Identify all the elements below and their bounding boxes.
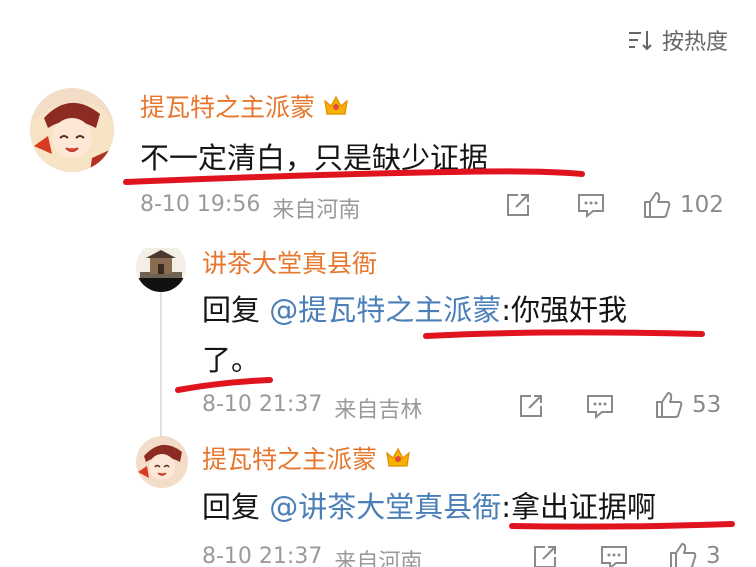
- like-button[interactable]: 53: [654, 390, 721, 420]
- like-count: 53: [692, 392, 722, 418]
- reply-author-name: 讲茶大堂真县衙: [202, 249, 378, 278]
- reply-prefix: 回复: [202, 293, 261, 327]
- share-icon: [505, 192, 531, 218]
- comment-button[interactable]: [586, 393, 614, 419]
- like-icon: [654, 390, 684, 420]
- comment-text: 不一定清白，只是缺少证据: [140, 141, 489, 175]
- comment-location: 来自河南: [272, 198, 361, 223]
- reply-text-line1: :你强奸我: [501, 293, 628, 327]
- comment-author-name: 提瓦特之主派蒙: [140, 93, 316, 122]
- reply-time: 8-10 21:37: [202, 544, 323, 567]
- reply-text-continuation: 了。: [202, 343, 261, 377]
- like-button[interactable]: 3: [668, 541, 721, 567]
- comment-icon: [600, 544, 628, 567]
- comment-meta: 8-10 19:56 来自河南: [140, 192, 360, 224]
- reply-location: 来自河南: [334, 550, 423, 567]
- share-button[interactable]: [505, 192, 531, 218]
- reply-time: 8-10 21:37: [202, 392, 323, 417]
- reply-text: 回复 @提瓦特之主派蒙:你强奸我: [202, 287, 627, 329]
- crown-badge-icon: [323, 95, 349, 117]
- avatar[interactable]: [136, 242, 186, 292]
- reply-text: 回复 @讲茶大堂真县衙:拿出证据啊: [202, 484, 656, 526]
- share-button[interactable]: [518, 393, 544, 419]
- share-button[interactable]: [532, 544, 558, 567]
- avatar[interactable]: [136, 436, 188, 488]
- reply-meta: 8-10 21:37 来自吉林: [202, 392, 422, 424]
- list-sort-icon: [628, 29, 654, 51]
- like-count: 3: [706, 543, 721, 567]
- mention-link[interactable]: @讲茶大堂真县衙: [269, 490, 501, 524]
- comment-time: 8-10 19:56: [140, 192, 261, 217]
- mention-link[interactable]: @提瓦特之主派蒙: [269, 293, 501, 327]
- comment-icon: [577, 192, 605, 218]
- like-icon: [642, 190, 672, 220]
- reply-meta: 8-10 21:37 来自河南: [202, 544, 422, 567]
- like-button[interactable]: 102: [642, 190, 724, 220]
- share-icon: [532, 544, 558, 567]
- sort-label: 按热度: [661, 30, 728, 55]
- thread-line: [160, 268, 162, 458]
- reply-prefix: 回复: [202, 490, 261, 524]
- avatar[interactable]: [30, 88, 114, 172]
- crown-badge-icon: [385, 447, 411, 469]
- reply-text-body: :拿出证据啊: [501, 490, 657, 524]
- comment-button[interactable]: [577, 192, 605, 218]
- reply-author[interactable]: 提瓦特之主派蒙: [202, 440, 411, 476]
- reply-location: 来自吉林: [334, 398, 423, 423]
- share-icon: [518, 393, 544, 419]
- sort-by-hot-button[interactable]: 按热度: [628, 24, 728, 56]
- comment-button[interactable]: [600, 544, 628, 567]
- like-icon: [668, 541, 698, 567]
- reply-author[interactable]: 讲茶大堂真县衙: [202, 244, 377, 280]
- reply-author-name: 提瓦特之主派蒙: [202, 445, 378, 474]
- comment-icon: [586, 393, 614, 419]
- comment-author[interactable]: 提瓦特之主派蒙: [140, 88, 349, 124]
- like-count: 102: [680, 192, 724, 218]
